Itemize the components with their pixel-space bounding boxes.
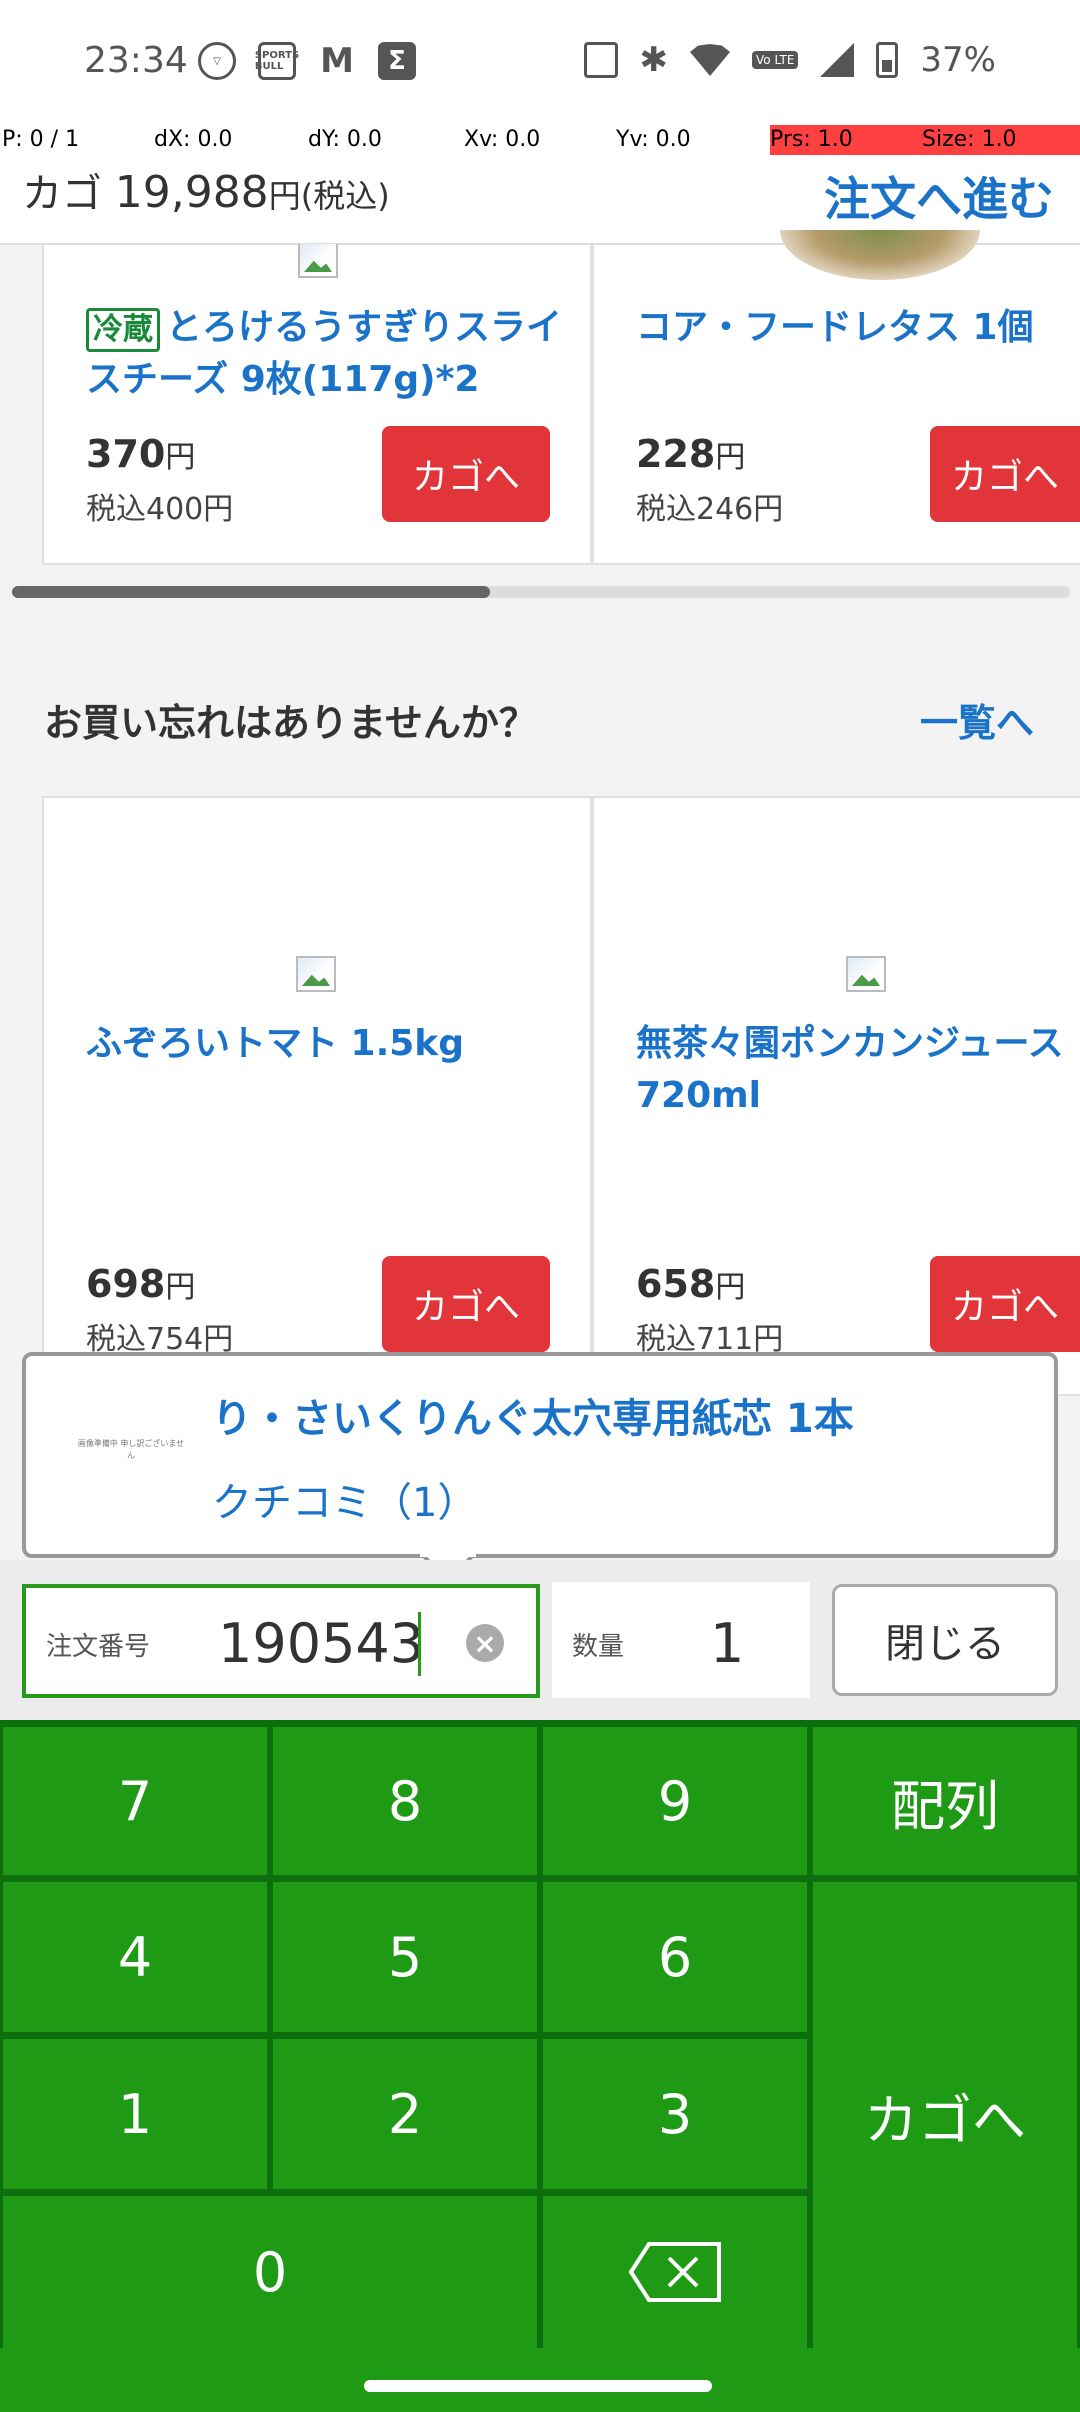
product-price-tax: 税込400円	[86, 492, 234, 527]
status-time: 23:34	[84, 40, 188, 81]
numeric-keypad: 7 8 9 配列 4 5 6 1 2 3 カゴへ 0	[0, 1720, 1080, 2348]
checkout-link[interactable]: 注文へ進む	[824, 163, 1054, 229]
sports-bull-icon: SPORTS BULL	[255, 42, 299, 80]
popup-image-placeholder: 画像準備中 申し訳ございません	[77, 1439, 185, 1460]
add-to-cart-key[interactable]: カゴへ	[813, 1882, 1077, 2348]
gmail-icon: M	[320, 41, 354, 81]
signal-icon	[820, 43, 855, 77]
product-title[interactable]: ふぞろいトマト 1.5kg	[86, 1018, 566, 1070]
product-price: 658円	[636, 1262, 746, 1306]
order-number-label: 注文番号	[46, 1632, 151, 1662]
cart-label: カゴ	[22, 171, 102, 217]
popup-product-title[interactable]: り・さいくりんぐ太穴専用紙芯 1本	[212, 1386, 854, 1444]
key-arrange[interactable]: 配列	[813, 1727, 1077, 1875]
debug-xv: Xv: 0.0	[464, 127, 541, 152]
pointer-debug-overlay: P: 0 / 1 dX: 0.0 dY: 0.0 Xv: 0.0 Yv: 0.0…	[0, 125, 1080, 157]
section-title: お買い忘れはありませんか？	[44, 701, 537, 745]
view-list-link[interactable]: 一覧へ	[920, 692, 1034, 747]
chilled-tag: 冷蔵	[86, 308, 160, 352]
key-4[interactable]: 4	[3, 1882, 267, 2032]
nfc-icon	[583, 42, 618, 78]
shield-icon: ▽	[198, 42, 236, 80]
key-9[interactable]: 9	[543, 1727, 807, 1875]
notification-icons: ▽ SPORTS BULL M Σ	[198, 41, 416, 81]
cart-yen: 円	[268, 177, 301, 215]
text-caret	[418, 1612, 421, 1676]
product-image-placeholder	[296, 956, 336, 992]
debug-dy: dY: 0.0	[308, 127, 382, 152]
add-to-cart-button[interactable]: カゴへ	[382, 426, 550, 522]
debug-pointer: P: 0 / 1	[2, 127, 80, 152]
key-5[interactable]: 5	[273, 1882, 537, 2032]
product-price-tax: 税込246円	[636, 492, 784, 527]
scrollbar-thumb[interactable]	[12, 586, 490, 598]
key-7[interactable]: 7	[3, 1727, 267, 1875]
cart-amount: 19,988	[114, 167, 269, 218]
product-price: 698円	[86, 1262, 196, 1306]
product-title[interactable]: コア・フードレタス 1個	[636, 302, 1076, 354]
clear-icon[interactable]: ×	[466, 1624, 504, 1662]
product-title[interactable]: 無茶々園ポンカンジュース 720ml	[636, 1018, 1076, 1122]
backspace-key[interactable]	[543, 2196, 807, 2348]
product-image-placeholder	[846, 956, 886, 992]
product-title[interactable]: 冷蔵 とろけるうすぎりスライスチーズ 9枚(117g)*2	[86, 302, 566, 406]
sigma-icon: Σ	[378, 42, 416, 80]
volte-icon: Vo LTE	[752, 51, 799, 69]
quantity-value[interactable]: 1	[710, 1612, 744, 1675]
close-button[interactable]: 閉じる	[832, 1584, 1058, 1696]
product-price: 228円	[636, 432, 746, 476]
battery-icon	[876, 42, 899, 78]
bluetooth-icon: ✱	[639, 40, 669, 80]
add-to-cart-button[interactable]: カゴへ	[382, 1256, 550, 1352]
quantity-label: 数量	[572, 1632, 625, 1662]
key-2[interactable]: 2	[273, 2039, 537, 2189]
cart-tax-note: (税込)	[300, 177, 390, 215]
key-8[interactable]: 8	[273, 1727, 537, 1875]
backspace-icon	[628, 2242, 721, 2302]
product-image-placeholder	[298, 244, 338, 278]
product-price: 370円	[86, 432, 196, 476]
key-0[interactable]: 0	[3, 2196, 537, 2348]
key-6[interactable]: 6	[543, 1882, 807, 2032]
wifi-icon	[690, 44, 731, 76]
debug-size: Size: 1.0	[922, 125, 1080, 155]
status-bar: 23:34 ▽ SPORTS BULL M Σ ✱ Vo LTE 37%	[0, 0, 1080, 125]
key-3[interactable]: 3	[543, 2039, 807, 2189]
debug-dx: dX: 0.0	[154, 127, 233, 152]
debug-pressure: Prs: 1.0	[770, 125, 922, 155]
add-to-cart-button[interactable]: カゴへ	[930, 1256, 1080, 1352]
debug-yv: Yv: 0.0	[616, 127, 691, 152]
cart-total: カゴ 19,988円(税込)	[22, 161, 390, 219]
battery-percent: 37%	[920, 40, 996, 80]
home-gesture-handle[interactable]	[364, 2380, 712, 2392]
system-icons: ✱ Vo LTE 37%	[583, 40, 996, 80]
order-number-value[interactable]: 190543	[218, 1612, 424, 1675]
key-1[interactable]: 1	[3, 2039, 267, 2189]
add-to-cart-button[interactable]: カゴへ	[930, 426, 1080, 522]
popup-review-link[interactable]: クチコミ（1）	[212, 1470, 477, 1528]
